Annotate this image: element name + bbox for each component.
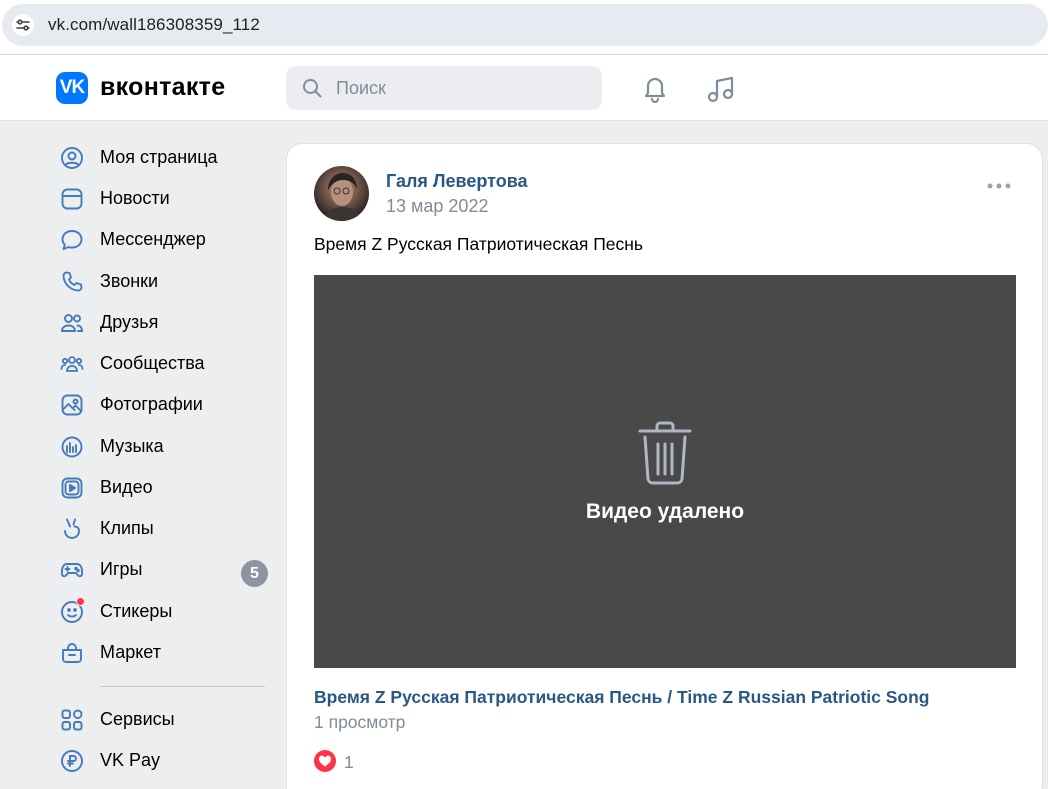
author-avatar[interactable] <box>314 166 369 221</box>
tune-icon[interactable] <box>12 14 34 36</box>
sidebar-item-news[interactable]: Новости <box>56 178 271 218</box>
post-text: Время Z Русская Патриотическая Песнь <box>314 234 644 254</box>
post-author[interactable]: Галя Левертова <box>386 171 528 192</box>
vkpay-icon <box>61 750 83 772</box>
post-card: Галя Левертова 13 мар 2022 Время Z Русск… <box>286 143 1043 789</box>
search-icon <box>303 79 322 98</box>
url-text[interactable]: vk.com/wall186308359_112 <box>48 15 260 35</box>
notification-dot <box>76 597 85 606</box>
like-count: 1 <box>344 752 354 772</box>
photo-icon <box>61 394 83 416</box>
sidebar-item-label: Клипы <box>100 518 154 538</box>
vk-logo-icon[interactable]: VK <box>56 72 88 104</box>
friends-icon <box>61 314 83 332</box>
logo-text[interactable]: вконтакте <box>100 73 225 102</box>
search-input[interactable]: Поиск <box>286 66 602 110</box>
heart-icon[interactable] <box>314 750 336 772</box>
trash-icon <box>638 421 692 485</box>
sidebar-item-label: Музыка <box>100 436 164 456</box>
sidebar-item-clips[interactable]: Клипы <box>56 508 271 548</box>
search-placeholder: Поиск <box>336 78 386 98</box>
video-icon <box>61 477 83 499</box>
gamepad-icon <box>61 563 83 578</box>
sidebar-item-my-page[interactable]: Моя страница <box>56 137 271 177</box>
sidebar-item-calls[interactable]: Звонки <box>56 261 271 301</box>
more-options-icon[interactable] <box>987 182 1011 190</box>
browser-address-bar: vk.com/wall186308359_112 <box>0 0 1048 54</box>
sidebar-item-label: Видео <box>100 477 153 497</box>
sidebar-item-messenger[interactable]: Мессенджер <box>56 219 271 259</box>
sidebar-item-label: Сообщества <box>100 353 205 373</box>
sidebar-item-label: Игры <box>100 559 143 579</box>
bell-icon[interactable] <box>640 73 670 103</box>
vk-logo-letter: VK <box>59 77 85 98</box>
sidebar-item-communities[interactable]: Сообщества <box>56 343 271 383</box>
sidebar-item-stickers[interactable]: Стикеры <box>56 591 271 631</box>
clips-icon <box>64 518 80 539</box>
url-field[interactable]: vk.com/wall186308359_112 <box>2 4 1048 46</box>
market-icon <box>62 643 82 663</box>
sidebar-item-services[interactable]: Сервисы <box>56 699 271 739</box>
sidebar-item-market[interactable]: Маркет <box>56 632 271 672</box>
sidebar-item-label: Друзья <box>100 312 159 332</box>
sidebar-item-label: Моя страница <box>100 147 218 167</box>
sidebar-item-label: Мессенджер <box>100 229 206 249</box>
sidebar-item-games[interactable]: Игры 5 <box>56 549 271 589</box>
sidebar-item-vkpay[interactable]: VK Pay <box>56 740 271 780</box>
sidebar-item-label: VK Pay <box>100 750 161 770</box>
sidebar-item-label: Звонки <box>100 271 159 291</box>
music-library-icon <box>61 436 83 458</box>
sidebar-item-photos[interactable]: Фотографии <box>56 384 271 424</box>
sidebar-item-label: Новости <box>100 188 170 208</box>
sidebar-item-friends[interactable]: Друзья <box>56 302 271 342</box>
video-title-link[interactable]: Время Z Русская Патриотическая Песнь / T… <box>314 687 930 708</box>
site-header: VK вконтакте Поиск <box>0 55 1048 121</box>
communities-icon <box>60 356 84 372</box>
sidebar-item-label: Маркет <box>100 642 161 662</box>
newsfeed-icon <box>61 188 83 210</box>
games-count-badge: 5 <box>241 560 268 587</box>
phone-icon <box>62 271 83 292</box>
sidebar-item-label: Фотографии <box>100 394 203 414</box>
music-icon[interactable] <box>705 73 737 105</box>
sidebar-item-label: Сервисы <box>100 709 175 729</box>
message-icon <box>61 230 83 250</box>
sidebar-item-music[interactable]: Музыка <box>56 426 271 466</box>
sidebar-item-label: Стикеры <box>100 601 173 621</box>
post-date[interactable]: 13 мар 2022 <box>386 196 488 217</box>
user-circle-icon <box>61 147 83 169</box>
sidebar-divider <box>100 686 265 687</box>
services-icon <box>61 709 83 731</box>
sidebar-item-video[interactable]: Видео <box>56 467 271 507</box>
video-views: 1 просмотр <box>314 712 406 732</box>
video-player[interactable]: Видео удалено <box>314 275 1016 668</box>
video-deleted-message: Видео удалено <box>585 500 745 523</box>
